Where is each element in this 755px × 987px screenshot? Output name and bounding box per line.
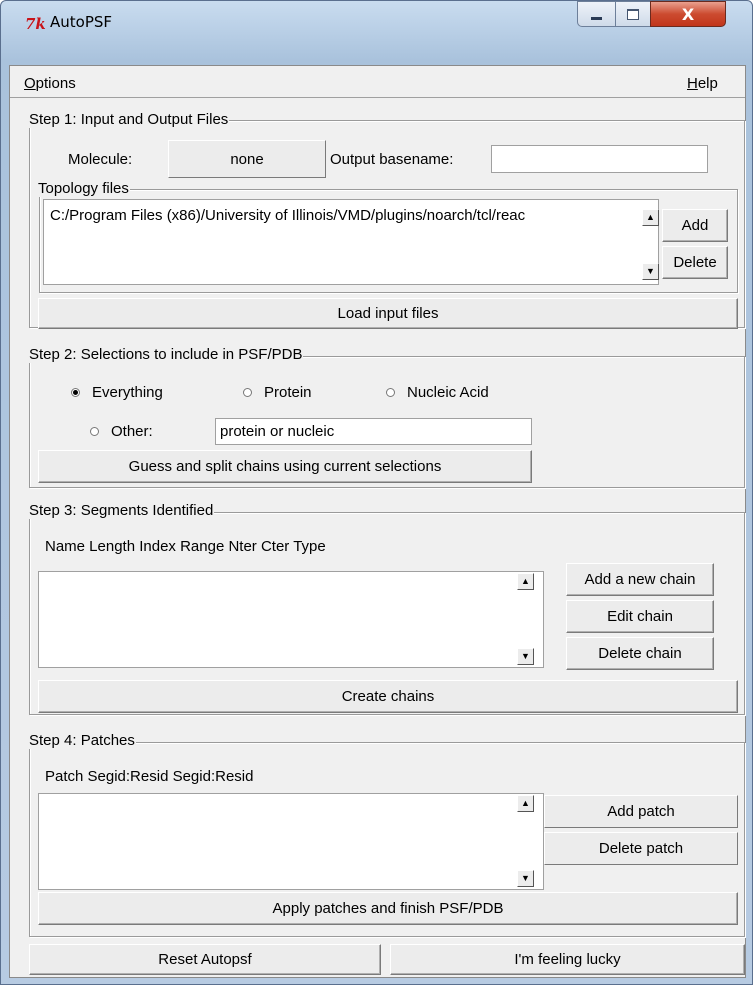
step4-title: Step 4: Patches [28, 732, 136, 749]
tk-feather-icon: 7k [25, 15, 46, 33]
delete-chain-button[interactable]: Delete chain [566, 637, 714, 670]
create-chains-button[interactable]: Create chains [38, 680, 738, 713]
reset-autopsf-button[interactable]: Reset Autopsf [29, 944, 381, 975]
window-title: AutoPSF [50, 13, 113, 31]
patches-listbox[interactable] [38, 793, 544, 890]
radio-protein[interactable]: Protein [243, 384, 312, 401]
segments-column-headers: Name Length Index Range Nter Cter Type [45, 538, 326, 555]
delete-patch-button[interactable]: Delete patch [544, 832, 738, 865]
maximize-button[interactable] [615, 1, 650, 27]
output-basename-input[interactable] [491, 145, 708, 173]
menu-options[interactable]: Options [24, 75, 76, 92]
scroll-up-icon[interactable]: ▲ [517, 795, 534, 812]
radio-unselected-icon [386, 388, 395, 397]
step3-title: Step 3: Segments Identified [28, 502, 215, 519]
close-icon: X [681, 4, 695, 24]
topology-title: Topology files [37, 180, 130, 197]
step2-title: Step 2: Selections to include in PSF/PDB [28, 346, 304, 363]
guess-split-chains-button[interactable]: Guess and split chains using current sel… [38, 450, 532, 483]
autopsf-window: 7k AutoPSF X Options Help Step 1: Input … [0, 0, 753, 985]
client-area: Options Help Step 1: Input and Output Fi… [9, 65, 746, 978]
menu-bar: Options Help [10, 66, 745, 98]
scroll-up-icon[interactable]: ▲ [517, 573, 534, 590]
topology-file-item[interactable]: C:/Program Files (x86)/University of Ill… [50, 207, 525, 224]
title-bar[interactable]: 7k AutoPSF X [1, 1, 752, 43]
menu-help[interactable]: Help [687, 75, 718, 92]
molecule-menubutton[interactable]: none [168, 140, 326, 178]
add-new-chain-button[interactable]: Add a new chain [566, 563, 714, 596]
load-input-files-button[interactable]: Load input files [38, 298, 738, 329]
minimize-icon [591, 16, 602, 20]
apply-patches-button[interactable]: Apply patches and finish PSF/PDB [38, 892, 738, 925]
output-basename-label: Output basename: [330, 151, 454, 168]
radio-other[interactable]: Other: [90, 423, 153, 440]
edit-chain-button[interactable]: Edit chain [566, 600, 714, 633]
minimize-button[interactable] [577, 1, 615, 27]
radio-everything[interactable]: Everything [71, 384, 163, 401]
step1-title: Step 1: Input and Output Files [28, 111, 230, 128]
scroll-down-icon[interactable]: ▼ [517, 870, 534, 887]
delete-topology-button[interactable]: Delete [662, 246, 728, 279]
radio-nucleic-acid[interactable]: Nucleic Acid [386, 384, 489, 401]
radio-selected-icon [71, 388, 80, 397]
radio-unselected-icon [243, 388, 252, 397]
segments-listbox[interactable] [38, 571, 544, 668]
patches-column-headers: Patch Segid:Resid Segid:Resid [45, 768, 254, 785]
add-patch-button[interactable]: Add patch [544, 795, 738, 828]
molecule-label: Molecule: [68, 151, 133, 168]
scroll-up-icon[interactable]: ▲ [642, 209, 659, 226]
topology-listbox[interactable]: C:/Program Files (x86)/University of Ill… [43, 199, 659, 285]
scroll-down-icon[interactable]: ▼ [517, 648, 534, 665]
maximize-icon [627, 8, 639, 20]
other-selection-input[interactable] [215, 418, 532, 445]
feeling-lucky-button[interactable]: I'm feeling lucky [390, 944, 745, 975]
add-topology-button[interactable]: Add [662, 209, 728, 242]
scroll-down-icon[interactable]: ▼ [642, 263, 659, 280]
radio-unselected-icon [90, 427, 99, 436]
close-button[interactable]: X [650, 1, 726, 27]
